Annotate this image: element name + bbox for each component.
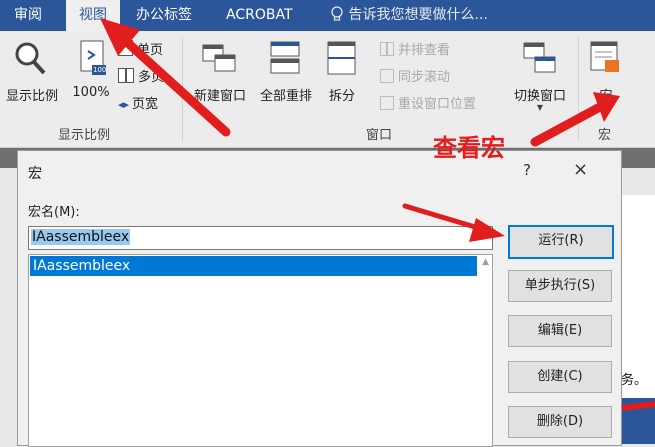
scroll-up-icon[interactable]: ▲	[482, 257, 489, 267]
macros-icon	[590, 41, 619, 72]
switch-windows-icon	[523, 42, 556, 73]
create-button[interactable]: 创建(C)	[508, 361, 612, 393]
one-page-button[interactable]: 单页	[118, 39, 163, 58]
sync-scroll-button[interactable]: 同步滚动	[380, 66, 450, 85]
ribbon-tab-bar: 审阅 视图 办公标签 ACROBAT 告诉我您想要做什么...	[0, 0, 655, 31]
multi-page-button[interactable]: 多页	[118, 66, 164, 85]
annotation-label: 查看宏	[433, 134, 505, 162]
dropdown-arrow-icon: ▼	[602, 103, 610, 112]
reset-window-button[interactable]: 重设窗口位置	[380, 93, 476, 112]
zoom-group-label: 显示比例	[58, 128, 111, 143]
edit-button[interactable]: 编辑(E)	[508, 315, 612, 347]
reset-window-label: 重设窗口位置	[398, 97, 477, 112]
list-item[interactable]: IAassembleex	[30, 256, 477, 276]
group-divider	[182, 37, 183, 141]
tell-me-text: 告诉我您想要做什么...	[348, 7, 488, 23]
reset-window-icon	[380, 96, 394, 110]
tab-review[interactable]: 审阅	[14, 0, 42, 31]
arrange-all-icon	[270, 41, 300, 74]
arrange-all-button[interactable]: 全部重排	[254, 37, 318, 104]
document-text: 务。	[621, 373, 648, 388]
zoom-100-button[interactable]: 100 100%	[68, 37, 114, 101]
tab-office-tab[interactable]: 办公标签	[136, 0, 192, 31]
magnifier-icon	[15, 42, 46, 75]
macros-button[interactable]: 宏 ▼	[582, 37, 630, 117]
ribbon: 显示比例 100 100% 单页 多页 ◂▸ 页宽 显示比例 新建窗口 全部重排 …	[0, 31, 655, 148]
delete-button[interactable]: 删除(D)	[508, 406, 612, 438]
dropdown-arrow-icon: ▼	[536, 103, 544, 112]
split-label: 拆分	[328, 89, 355, 104]
help-button[interactable]: ?	[523, 161, 531, 179]
group-divider	[578, 37, 579, 141]
switch-windows-button[interactable]: 切换窗口 ▼	[504, 37, 576, 117]
tab-acrobat[interactable]: ACROBAT	[226, 0, 293, 31]
page-width-button[interactable]: ◂▸ 页宽	[118, 93, 158, 112]
new-window-button[interactable]: 新建窗口	[188, 37, 252, 104]
close-button[interactable]: ×	[573, 159, 588, 180]
view-side-by-side-button[interactable]: 并排查看	[380, 39, 450, 58]
split-button[interactable]: 拆分	[320, 37, 364, 104]
macros-label: 宏	[599, 89, 613, 104]
zoom-100-badge: 100	[93, 66, 107, 74]
view-side-by-side-label: 并排查看	[398, 43, 451, 58]
switch-windows-label: 切换窗口	[513, 89, 566, 104]
new-window-label: 新建窗口	[193, 89, 246, 104]
page-width-label: 页宽	[132, 97, 159, 112]
window-group-label: 窗口	[366, 128, 393, 143]
sync-scroll-icon	[380, 69, 394, 83]
new-window-icon	[202, 44, 236, 72]
macro-name-label: 宏名(M):	[28, 205, 80, 220]
dialog-title: 宏	[28, 166, 42, 182]
page-width-icon: ◂▸	[118, 98, 130, 111]
zoom-button[interactable]: 显示比例	[0, 37, 64, 104]
zoom-label: 显示比例	[5, 89, 58, 104]
document-image	[621, 398, 655, 444]
run-button[interactable]: 运行(R)	[508, 225, 614, 259]
macro-name-value: IAassembleex	[31, 229, 131, 245]
multi-page-icon	[118, 68, 126, 83]
tell-me-search[interactable]: 告诉我您想要做什么...	[330, 0, 488, 31]
sync-scroll-label: 同步滚动	[398, 70, 451, 85]
step-into-button[interactable]: 单步执行(S)	[508, 270, 612, 302]
macro-dialog: 宏 ? × 宏名(M): IAassembleex IAassembleex ▲…	[17, 150, 622, 447]
split-icon	[327, 41, 356, 75]
arrange-all-label: 全部重排	[259, 89, 312, 104]
one-page-icon	[118, 40, 133, 56]
zoom-100-label: 100%	[72, 85, 110, 100]
lightbulb-icon	[331, 6, 343, 21]
macro-name-input[interactable]: IAassembleex	[28, 226, 493, 250]
tab-view[interactable]: 视图	[66, 0, 120, 31]
macro-list[interactable]: IAassembleex ▲	[28, 254, 493, 447]
multi-page-label: 多页	[138, 70, 165, 85]
one-page-label: 单页	[137, 43, 164, 58]
macros-group-label: 宏	[598, 128, 612, 143]
